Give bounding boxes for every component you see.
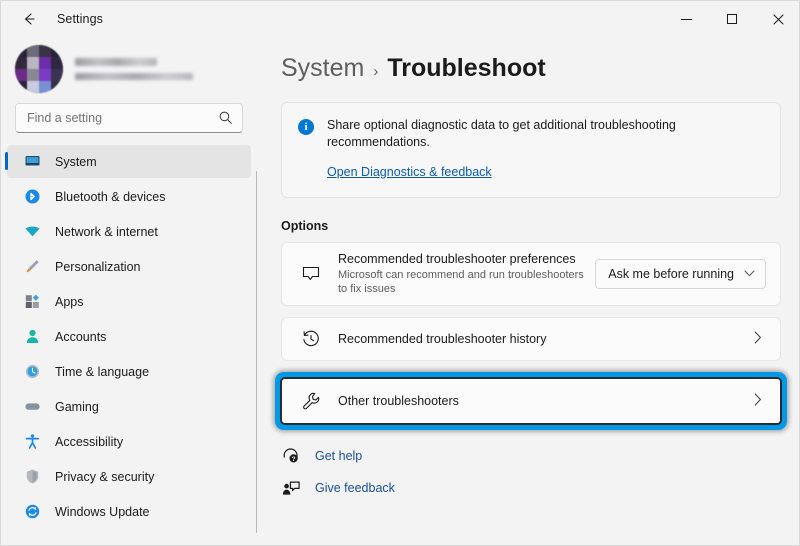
sidebar-item-system[interactable]: System xyxy=(5,145,251,178)
sidebar-item-label: Gaming xyxy=(55,399,99,414)
clock-globe-icon xyxy=(23,363,41,381)
avatar-image xyxy=(15,45,63,93)
sidebar-item-privacy-security[interactable]: Privacy & security xyxy=(7,460,251,493)
search-wrapper xyxy=(1,95,257,133)
apps-grid-icon xyxy=(23,293,41,311)
page-title: Troubleshoot xyxy=(387,54,546,82)
breadcrumb-separator-icon: › xyxy=(373,63,379,80)
info-banner-body: Share optional diagnostic data to get ad… xyxy=(327,117,687,181)
avatar xyxy=(15,45,63,93)
sidebar-item-label: Network & internet xyxy=(55,224,158,239)
highlight-annotation-box: Other troubleshooters xyxy=(275,372,787,430)
card-title: Recommended troubleshooter history xyxy=(338,332,547,346)
main-content: System › Troubleshoot i Share optional d… xyxy=(257,37,799,545)
sidebar-item-accessibility[interactable]: Accessibility xyxy=(7,425,251,458)
sidebar-item-label: Apps xyxy=(55,294,84,309)
sidebar-item-label: Personalization xyxy=(55,259,141,274)
wifi-icon xyxy=(23,223,41,241)
monitor-icon xyxy=(23,153,41,171)
wrench-icon xyxy=(300,390,322,412)
svg-text:?: ? xyxy=(292,456,296,463)
sidebar-item-bluetooth-devices[interactable]: Bluetooth & devices xyxy=(7,180,251,213)
account-text xyxy=(75,58,193,80)
person-icon xyxy=(23,328,41,346)
get-help-icon: ? xyxy=(281,447,301,465)
chevron-right-icon xyxy=(754,331,766,347)
sidebar: System Bluetooth & devices xyxy=(1,37,257,545)
get-help-link[interactable]: ? Get help xyxy=(281,443,799,469)
sidebar-item-apps[interactable]: Apps xyxy=(7,285,251,318)
search-input[interactable] xyxy=(16,111,206,125)
bluetooth-icon xyxy=(23,188,41,206)
search-icon[interactable] xyxy=(218,110,233,130)
dropdown-value: Ask me before running xyxy=(608,267,734,281)
footer-link-label: Give feedback xyxy=(315,481,395,495)
account-block[interactable] xyxy=(1,37,257,95)
window-title: Settings xyxy=(57,12,103,26)
sidebar-item-network-internet[interactable]: Network & internet xyxy=(7,215,251,248)
highlight-inner-ring: Other troubleshooters xyxy=(280,377,782,425)
caption-buttons xyxy=(663,1,799,37)
chevron-down-icon xyxy=(744,269,755,280)
account-email-redacted xyxy=(75,73,193,80)
sidebar-item-label: Privacy & security xyxy=(55,469,155,484)
give-feedback-icon xyxy=(281,479,301,497)
back-button[interactable] xyxy=(9,3,49,35)
maximize-icon xyxy=(727,14,737,24)
sidebar-item-label: Time & language xyxy=(55,364,150,379)
maximize-button[interactable] xyxy=(709,1,755,37)
breadcrumb-parent[interactable]: System xyxy=(281,54,364,83)
history-clock-icon xyxy=(300,328,322,350)
shield-icon xyxy=(23,468,41,486)
info-banner-text: Share optional diagnostic data to get ad… xyxy=(327,118,676,149)
card-title: Recommended troubleshooter preferences xyxy=(338,252,576,266)
search-box[interactable] xyxy=(15,103,243,133)
back-arrow-icon xyxy=(25,13,35,25)
sidebar-item-time-language[interactable]: Time & language xyxy=(7,355,251,388)
breadcrumb: System › Troubleshoot xyxy=(257,37,799,83)
sidebar-nav: System Bluetooth & devices Network & int… xyxy=(1,145,257,528)
recommended-troubleshooter-preferences-dropdown[interactable]: Ask me before running xyxy=(595,259,766,289)
sidebar-item-label: Bluetooth & devices xyxy=(55,189,166,204)
info-icon: i xyxy=(298,119,314,135)
close-icon xyxy=(773,14,783,24)
accessibility-icon xyxy=(23,433,41,451)
card-title: Other troubleshooters xyxy=(338,394,459,408)
gamepad-icon xyxy=(23,398,41,416)
card-text: Recommended troubleshooter history xyxy=(338,332,754,346)
sidebar-item-label: Accounts xyxy=(55,329,107,344)
account-name-redacted xyxy=(75,58,157,66)
settings-window: Settings Find a setting System Bluetooth… xyxy=(0,0,800,546)
paintbrush-icon xyxy=(23,258,41,276)
footer-links: ? Get help Give feedback xyxy=(281,443,799,501)
title-bar: Settings xyxy=(1,1,799,37)
sidebar-item-personalization[interactable]: Personalization xyxy=(7,250,251,283)
minimize-icon xyxy=(680,18,692,20)
card-recommended-troubleshooter-preferences[interactable]: Recommended troubleshooter preferences M… xyxy=(281,242,781,306)
sidebar-item-gaming[interactable]: Gaming xyxy=(7,390,251,423)
sidebar-item-label: Windows Update xyxy=(55,504,150,519)
card-text: Recommended troubleshooter preferences M… xyxy=(338,252,595,296)
card-recommended-troubleshooter-history[interactable]: Recommended troubleshooter history xyxy=(281,317,781,361)
open-diagnostics-feedback-link[interactable]: Open Diagnostics & feedback xyxy=(327,165,492,179)
info-banner: i Share optional diagnostic data to get … xyxy=(281,102,781,198)
sidebar-item-accounts[interactable]: Accounts xyxy=(7,320,251,353)
sidebar-item-label: Accessibility xyxy=(55,434,124,449)
minimize-button[interactable] xyxy=(663,1,709,37)
card-other-troubleshooters[interactable]: Other troubleshooters xyxy=(282,379,780,423)
speech-bubble-icon xyxy=(300,263,322,285)
footer-link-label: Get help xyxy=(315,449,363,463)
update-icon xyxy=(23,503,41,521)
give-feedback-link[interactable]: Give feedback xyxy=(281,475,799,501)
card-subtitle: Microsoft can recommend and run troubles… xyxy=(338,269,584,295)
sidebar-item-label: System xyxy=(55,154,97,169)
sidebar-item-windows-update[interactable]: Windows Update xyxy=(7,495,251,528)
chevron-right-icon xyxy=(754,393,766,409)
card-text: Other troubleshooters xyxy=(338,394,754,408)
close-button[interactable] xyxy=(755,1,799,37)
section-title-options: Options xyxy=(281,219,329,233)
